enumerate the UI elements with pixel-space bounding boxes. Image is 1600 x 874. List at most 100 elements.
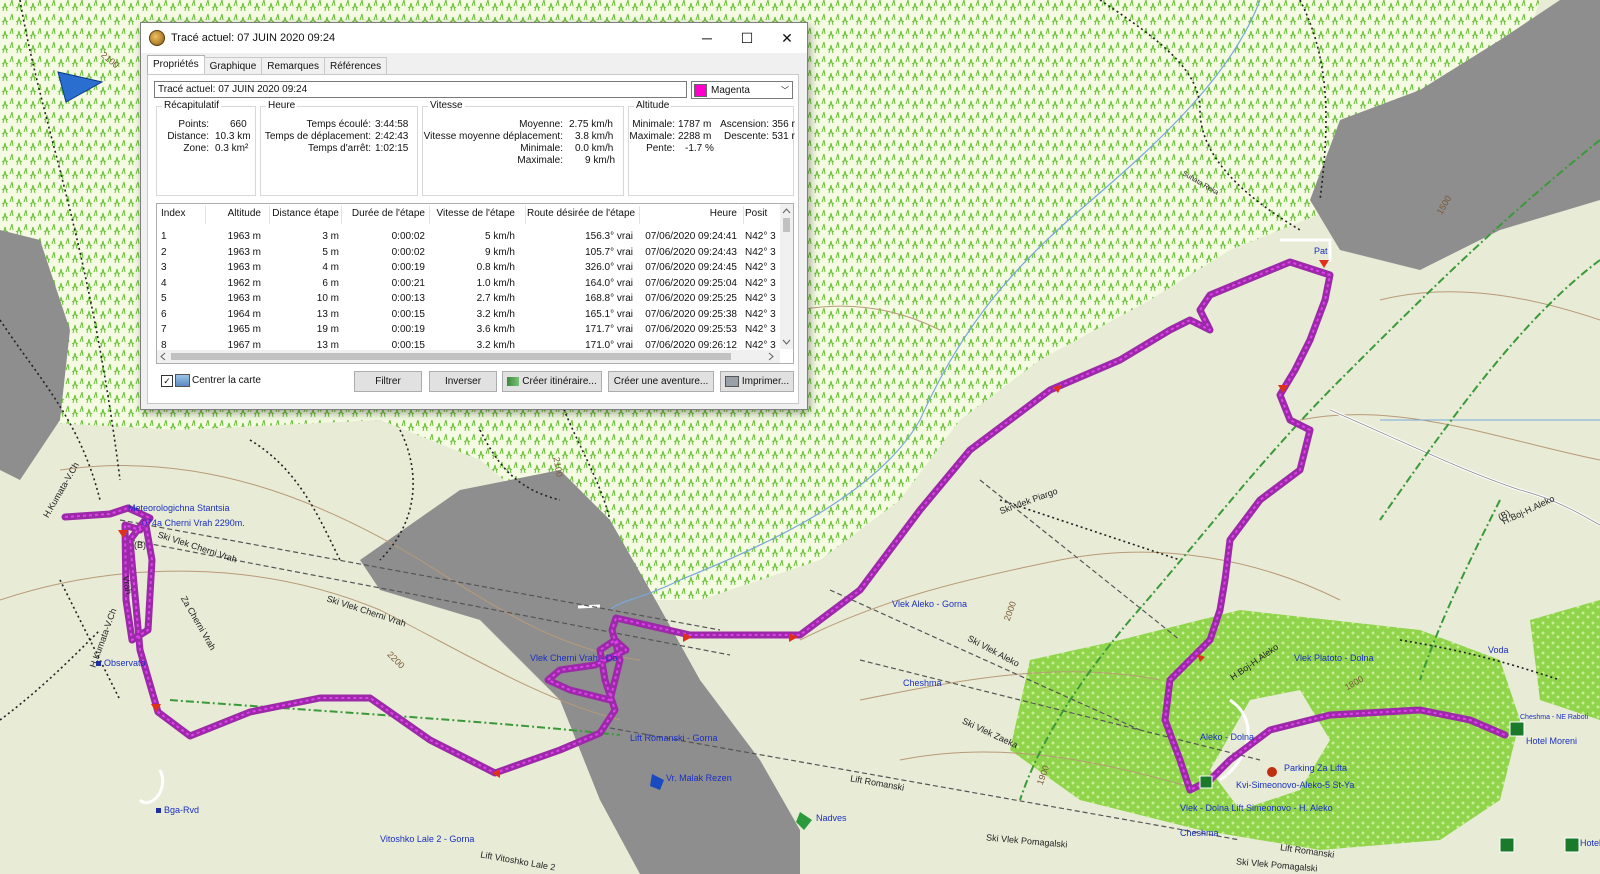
table-cell: 07/06/2020 09:26:12 [645, 339, 737, 351]
descent-value: 531 r [772, 131, 795, 142]
column-header[interactable]: Index [161, 208, 201, 219]
time-title: Heure [266, 100, 298, 111]
table-row[interactable]: 2 1963 m 5 m 0:00:02 9 km/h 105.7° vrai 07/06/… [157, 247, 779, 262]
table-cell: N42° 3 [745, 293, 776, 304]
print-button[interactable]: Imprimer... [720, 371, 794, 392]
table-cell: 165.1° vrai [585, 308, 633, 320]
table-cell: N42° 3 [745, 262, 776, 273]
map-label-cheshma: Cheshma [903, 678, 942, 688]
altitude-group: Altitude Minimale: 1787 m Maximale: 2288… [628, 100, 795, 196]
table-cell: N42° 3 [745, 246, 776, 258]
map-label-lift-romanski-gorna: Lift Romanski - Gorna [630, 733, 718, 743]
column-header[interactable]: Durée de l'étape [343, 208, 425, 219]
table-cell: 326.0° vrai [585, 262, 633, 273]
color-label: Magenta [711, 84, 750, 96]
table-cell: 0:00:19 [391, 262, 425, 273]
dialog-titlebar[interactable]: Tracé actuel: 07 JUIN 2020 09:24 ─ ☐ ✕ [141, 23, 807, 53]
minimize-button[interactable]: ─ [687, 23, 727, 53]
table-cell: 1964 m [227, 308, 261, 320]
map-label-vlek-cherni-vrah-do: Vlek Cherni Vrah - Do [530, 653, 618, 663]
altitude-title: Altitude [634, 100, 672, 111]
table-cell: 1.0 km/h [476, 277, 515, 289]
track-points-table[interactable]: Index Altitude Distance étape Durée de l'ét… [156, 203, 794, 364]
column-header[interactable]: Route désirée de l'étape [527, 208, 635, 219]
table-cell: 13 m [316, 308, 339, 320]
avg-speed-value: 2.75 km/h [569, 119, 613, 130]
tab-properties[interactable]: Propriétés [147, 55, 205, 75]
print-label: Imprimer... [741, 376, 790, 387]
ascent-value: 356 r [772, 119, 795, 130]
table-cell: 5 [161, 293, 167, 304]
table-cell: 3.2 km/h [476, 308, 515, 320]
color-swatch [694, 83, 707, 97]
column-header[interactable]: Vitesse de l'étape [431, 208, 515, 219]
table-cell: 1 [161, 231, 167, 242]
table-row[interactable]: 3 1963 m 4 m 0:00:19 0.8 km/h 326.0° vrai 07/0… [157, 262, 779, 277]
create-route-button[interactable]: Créer itinéraire... [502, 371, 602, 392]
table-row[interactable]: 6 1964 m 13 m 0:00:15 3.2 km/h 165.1° vrai 07/… [157, 309, 779, 324]
create-adventure-button[interactable]: Créer une aventure... [608, 371, 714, 392]
map-label-observato: Observato [104, 658, 146, 668]
zone-label: Zone: [183, 143, 209, 154]
dialog-tabs: Propriétés Graphique Remarques Référence… [147, 55, 388, 75]
column-header[interactable]: Heure [641, 208, 737, 219]
speed-title: Vitesse [428, 100, 465, 111]
tab-notes[interactable]: Remarques [261, 57, 325, 75]
center-map-checkbox[interactable]: ✓ [161, 374, 173, 387]
table-cell: 8 [161, 339, 167, 351]
stopped-label: Temps d'arrêt: [307, 143, 371, 154]
app-icon [149, 30, 165, 46]
alt-min-value: 1787 m [678, 119, 712, 130]
table-row[interactable]: 7 1965 m 19 m 0:00:19 3.6 km/h 171.7° vrai 07/… [157, 324, 779, 339]
table-cell: 1963 m [227, 293, 261, 304]
distance-label: Distance: [167, 131, 209, 142]
table-cell: 4 [161, 277, 167, 289]
center-map-option[interactable]: ✓ Centrer la carte [161, 374, 261, 387]
table-row[interactable]: 5 1963 m 10 m 0:00:13 2.7 km/h 168.8° vrai 07/… [157, 293, 779, 308]
color-select[interactable]: Magenta ﹀ [691, 81, 793, 99]
table-cell: 0:00:13 [391, 293, 425, 304]
create-route-label: Créer itinéraire... [522, 376, 597, 387]
table-cell: 07/06/2020 09:25:53 [645, 324, 737, 335]
filter-button[interactable]: Filtrer [354, 371, 422, 392]
moving-time-label: Temps de déplacement: [264, 131, 371, 142]
table-cell: 07/06/2020 09:24:41 [645, 231, 737, 242]
invert-button[interactable]: Inverser [429, 371, 497, 392]
center-map-label: Centrer la carte [192, 375, 261, 386]
tab-references[interactable]: Références [323, 57, 388, 75]
track-name-input[interactable]: Tracé actuel: 07 JUIN 2020 09:24 [154, 81, 687, 98]
properties-panel: Tracé actuel: 07 JUIN 2020 09:24 Magenta… [147, 74, 799, 404]
zone-value: 0.3 km² [215, 143, 249, 154]
column-header[interactable]: Distance étape [271, 208, 339, 219]
table-cell: 171.0° vrai [585, 339, 633, 351]
table-cell: 2.7 km/h [476, 293, 515, 304]
map-label-nadves: Nadves [816, 813, 847, 823]
track-properties-dialog: Tracé actuel: 07 JUIN 2020 09:24 ─ ☐ ✕ P… [140, 22, 808, 410]
table-row[interactable]: 1 1963 m 3 m 0:00:02 5 km/h 156.3° vrai 07/06/… [157, 231, 779, 246]
invert-button-label: Inverser [444, 376, 482, 387]
table-cell: 5 km/h [484, 231, 515, 242]
column-header[interactable]: Posit [745, 208, 785, 219]
create-adventure-label: Créer une aventure... [613, 376, 709, 387]
points-value: 660 [230, 119, 247, 130]
map-label-hotel: Hotel [1580, 838, 1600, 848]
chevron-down-icon: ﹀ [781, 85, 789, 95]
table-row[interactable]: 4 1962 m 6 m 0:00:21 1.0 km/h 164.0° vrai 07/0… [157, 278, 779, 293]
moving-time-value: 2:42:43 [375, 131, 409, 142]
summary-title: Récapitulatif [162, 100, 222, 111]
close-button[interactable]: ✕ [767, 23, 807, 53]
column-separator [269, 206, 270, 224]
map-label-b-route: (B) [134, 540, 146, 550]
tab-graph[interactable]: Graphique [203, 57, 263, 75]
map-label-meteo: Meteorologichna Stantsia [128, 503, 230, 513]
table-cell: 19 m [316, 324, 339, 335]
map-label-cherni-vrah: 074a Cherni Vrah 2290m. [142, 518, 245, 528]
vertical-scrollbar[interactable] [780, 204, 793, 349]
horizontal-scrollbar[interactable] [157, 350, 780, 363]
map-label-hotel-moreni: Hotel Moreni [1526, 736, 1578, 746]
alt-max-label: Maximale: [629, 131, 675, 142]
column-header[interactable]: Altitude [207, 208, 261, 219]
table-cell: 1963 m [227, 231, 261, 242]
dialog-title: Tracé actuel: 07 JUIN 2020 09:24 [171, 32, 336, 44]
maximize-button[interactable]: ☐ [727, 23, 767, 53]
